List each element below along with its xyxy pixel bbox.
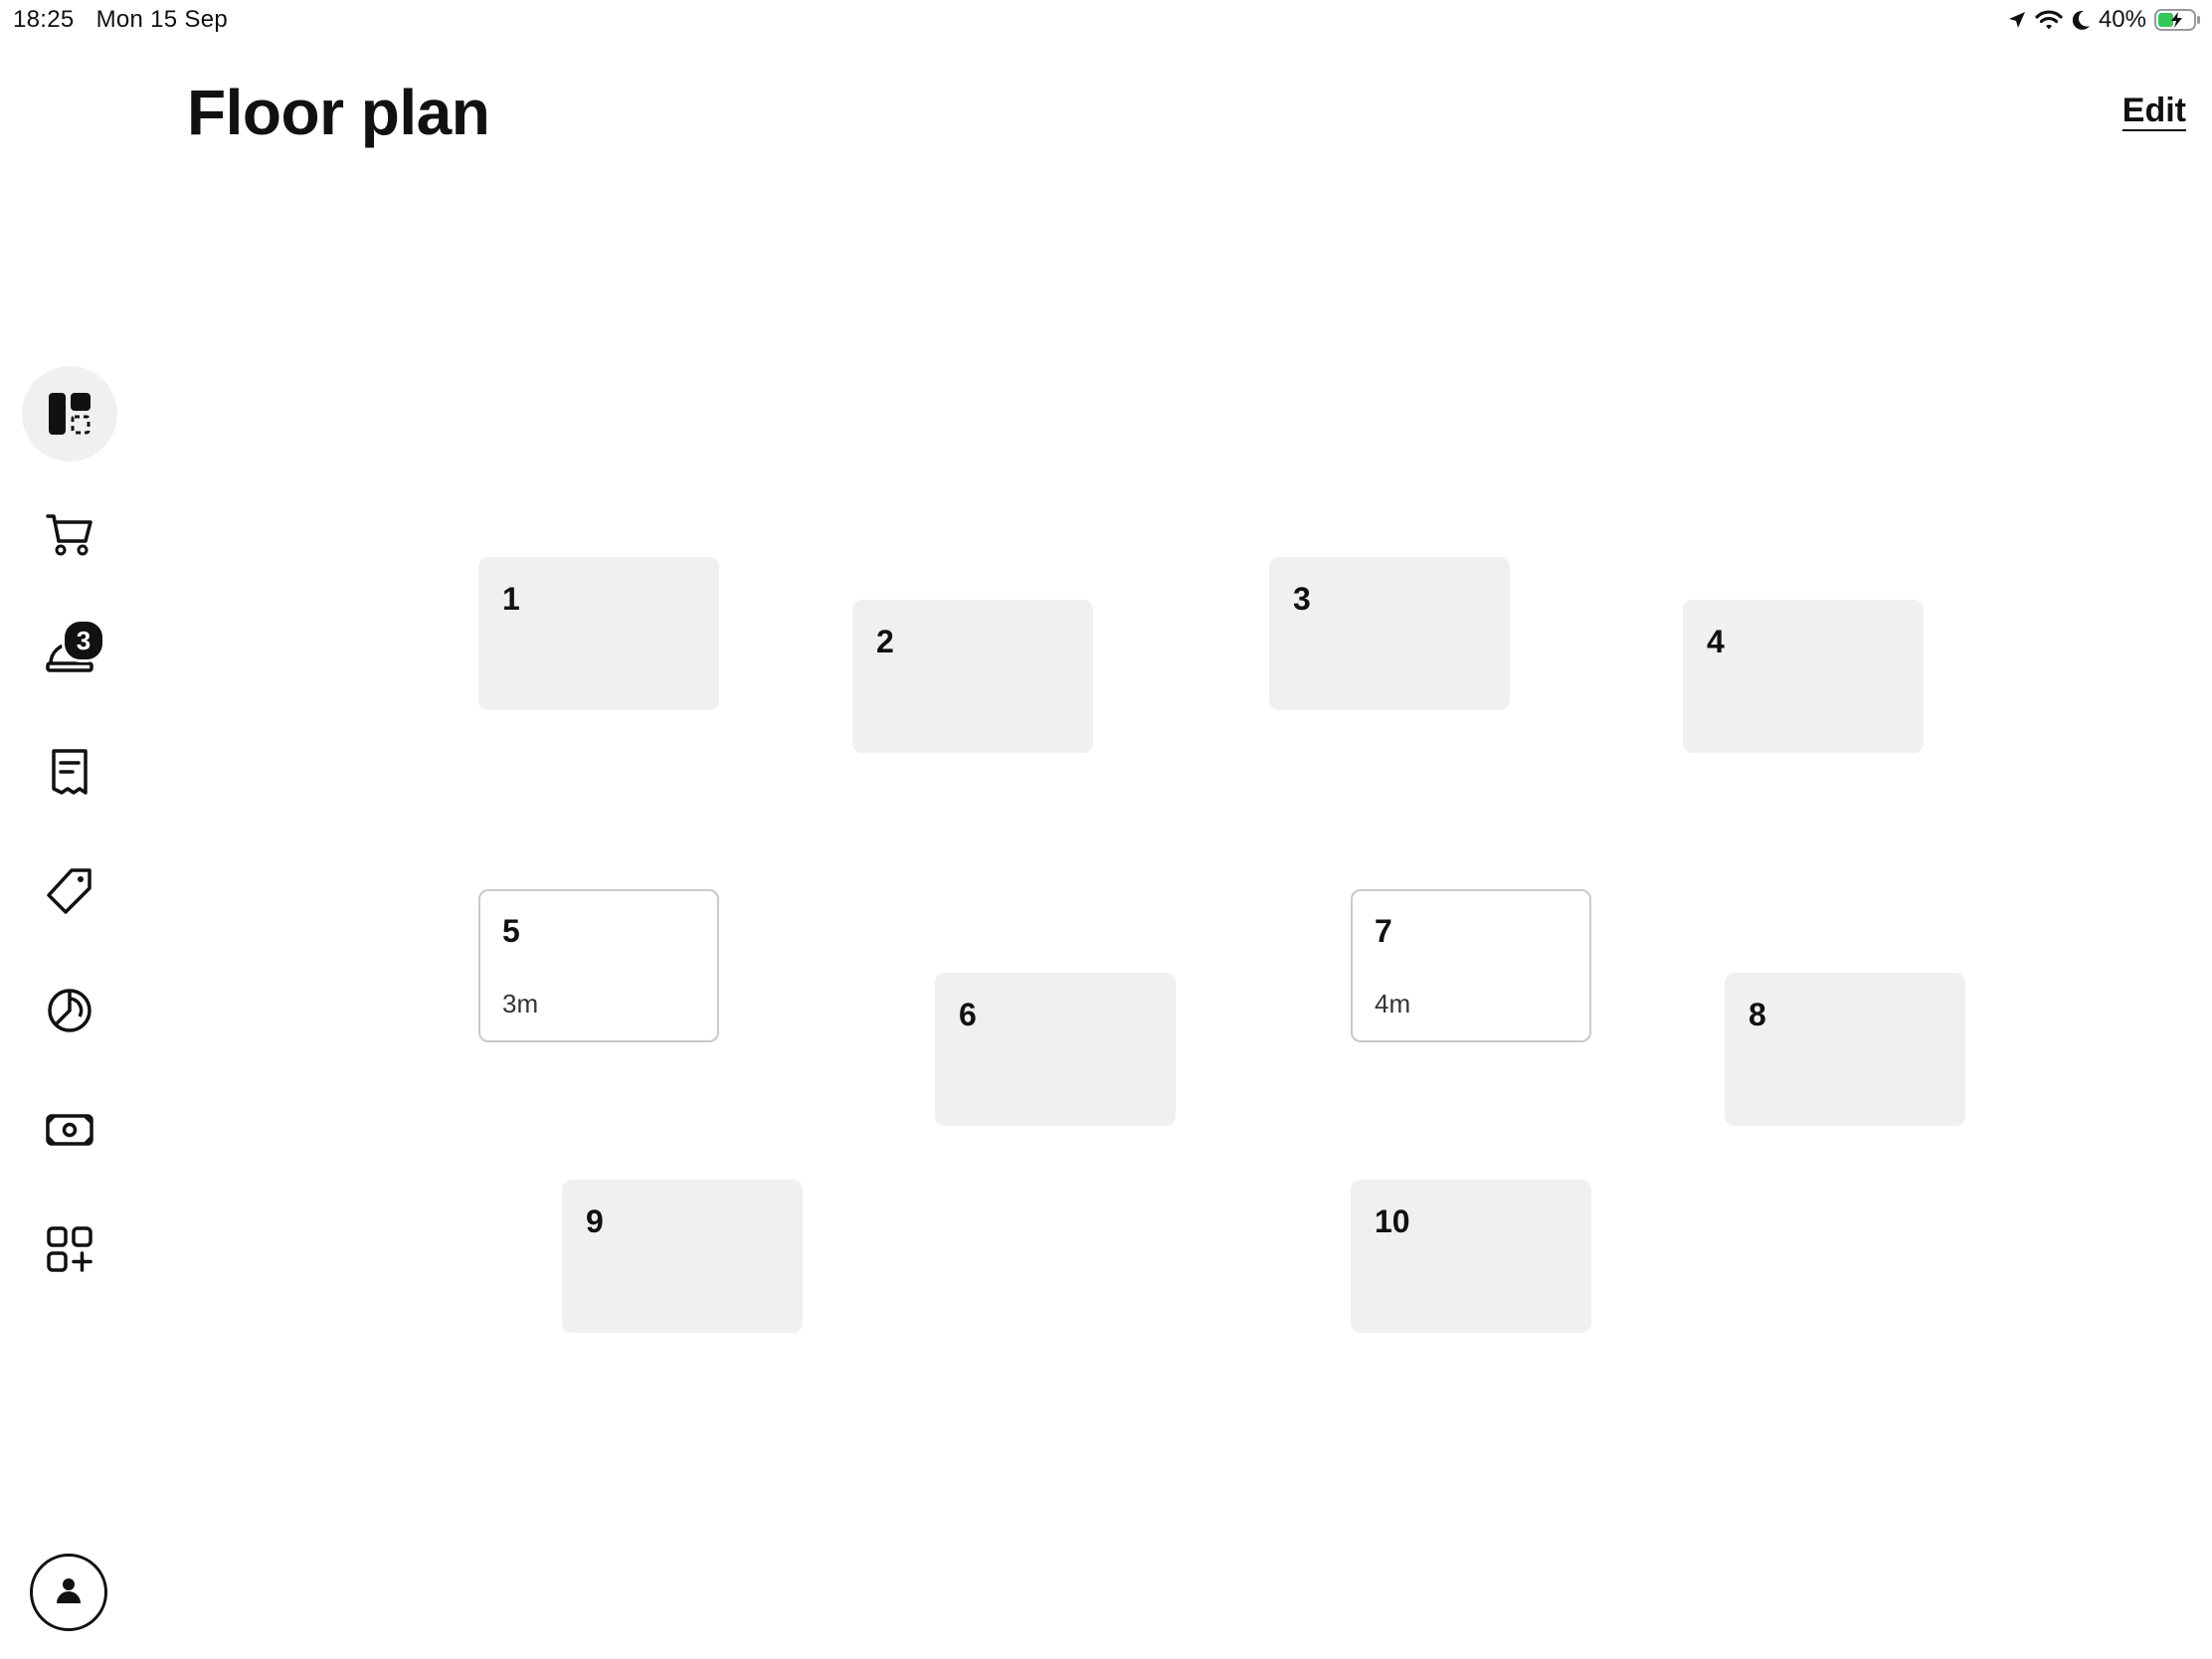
location-icon <box>2007 10 2027 30</box>
moon-icon <box>2071 9 2091 31</box>
table-card[interactable]: 10 <box>1351 1180 1591 1333</box>
table-number: 5 <box>502 913 520 949</box>
status-date: Mon 15 Sep <box>95 6 228 33</box>
table-number: 4 <box>1707 624 1725 659</box>
sidebar-item-discounts[interactable] <box>22 843 117 939</box>
profile-button[interactable] <box>30 1554 107 1631</box>
sidebar-item-add-apps[interactable] <box>22 1201 117 1297</box>
table-number: 6 <box>959 997 977 1032</box>
table-number: 8 <box>1749 997 1766 1032</box>
table-number: 2 <box>876 624 894 659</box>
table-elapsed-time: 3m <box>502 989 539 1018</box>
table-number: 10 <box>1375 1203 1410 1239</box>
sidebar-item-receipts[interactable] <box>22 724 117 820</box>
sidebar-item-cart[interactable] <box>22 485 117 581</box>
battery-charging-icon <box>2154 8 2202 32</box>
sidebar-item-floor-plan[interactable] <box>22 366 117 461</box>
table-card-occupied[interactable]: 7 4m <box>1351 889 1591 1042</box>
status-bar-left: 18:25 Mon 15 Sep <box>13 6 228 34</box>
status-bar-right: 40% <box>2007 6 2202 34</box>
status-time: 18:25 <box>13 6 75 33</box>
table-card[interactable]: 9 <box>562 1180 803 1333</box>
sidebar-item-orders[interactable]: 3 <box>22 605 117 700</box>
table-number: 7 <box>1375 913 1392 949</box>
receipt-icon <box>48 747 92 797</box>
orders-badge: 3 <box>62 619 105 662</box>
cash-icon <box>45 1105 94 1155</box>
table-number: 1 <box>502 581 520 617</box>
table-card[interactable]: 1 <box>478 557 719 710</box>
page-title: Floor plan <box>187 77 490 148</box>
table-card-occupied[interactable]: 5 3m <box>478 889 719 1042</box>
table-card[interactable]: 8 <box>1725 973 1965 1126</box>
sidebar-item-reports[interactable] <box>22 963 117 1058</box>
table-number: 9 <box>586 1203 604 1239</box>
battery-percent: 40% <box>2098 6 2146 33</box>
pie-chart-icon <box>45 986 94 1035</box>
table-card[interactable]: 3 <box>1269 557 1510 710</box>
table-card[interactable]: 2 <box>852 600 1093 753</box>
edit-button[interactable]: Edit <box>2122 92 2186 130</box>
floor-plan-icon <box>46 390 93 438</box>
tag-icon <box>45 866 94 916</box>
table-elapsed-time: 4m <box>1375 989 1411 1018</box>
cart-icon <box>45 508 94 558</box>
profile-icon <box>52 1573 86 1612</box>
add-apps-icon <box>45 1224 94 1274</box>
table-number: 3 <box>1293 581 1311 617</box>
sidebar-item-cash[interactable] <box>22 1082 117 1178</box>
wifi-icon <box>2035 9 2063 31</box>
table-card[interactable]: 6 <box>935 973 1176 1126</box>
table-card[interactable]: 4 <box>1683 600 1924 753</box>
